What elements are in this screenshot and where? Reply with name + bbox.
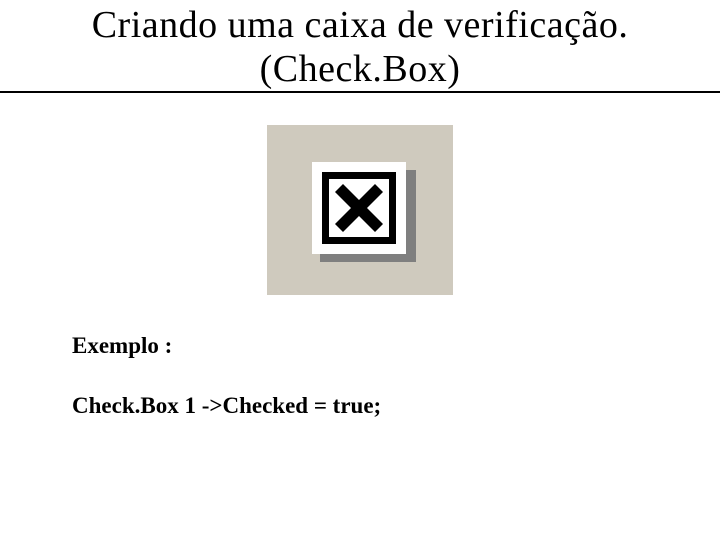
body-text: Exemplo : Check.Box 1 ->Checked = true; — [0, 333, 720, 419]
checkbox-figure — [267, 125, 453, 295]
page-title: Criando uma caixa de verificação. (Check… — [0, 0, 720, 93]
x-mark-icon — [335, 184, 383, 232]
title-line-1: Criando uma caixa de verificação. — [92, 4, 629, 46]
checkbox-checked-icon — [312, 162, 408, 258]
example-code: Check.Box 1 ->Checked = true; — [72, 393, 720, 419]
figure-container — [0, 125, 720, 295]
title-line-2: (Check.Box) — [260, 48, 461, 90]
example-label: Exemplo : — [72, 333, 720, 359]
